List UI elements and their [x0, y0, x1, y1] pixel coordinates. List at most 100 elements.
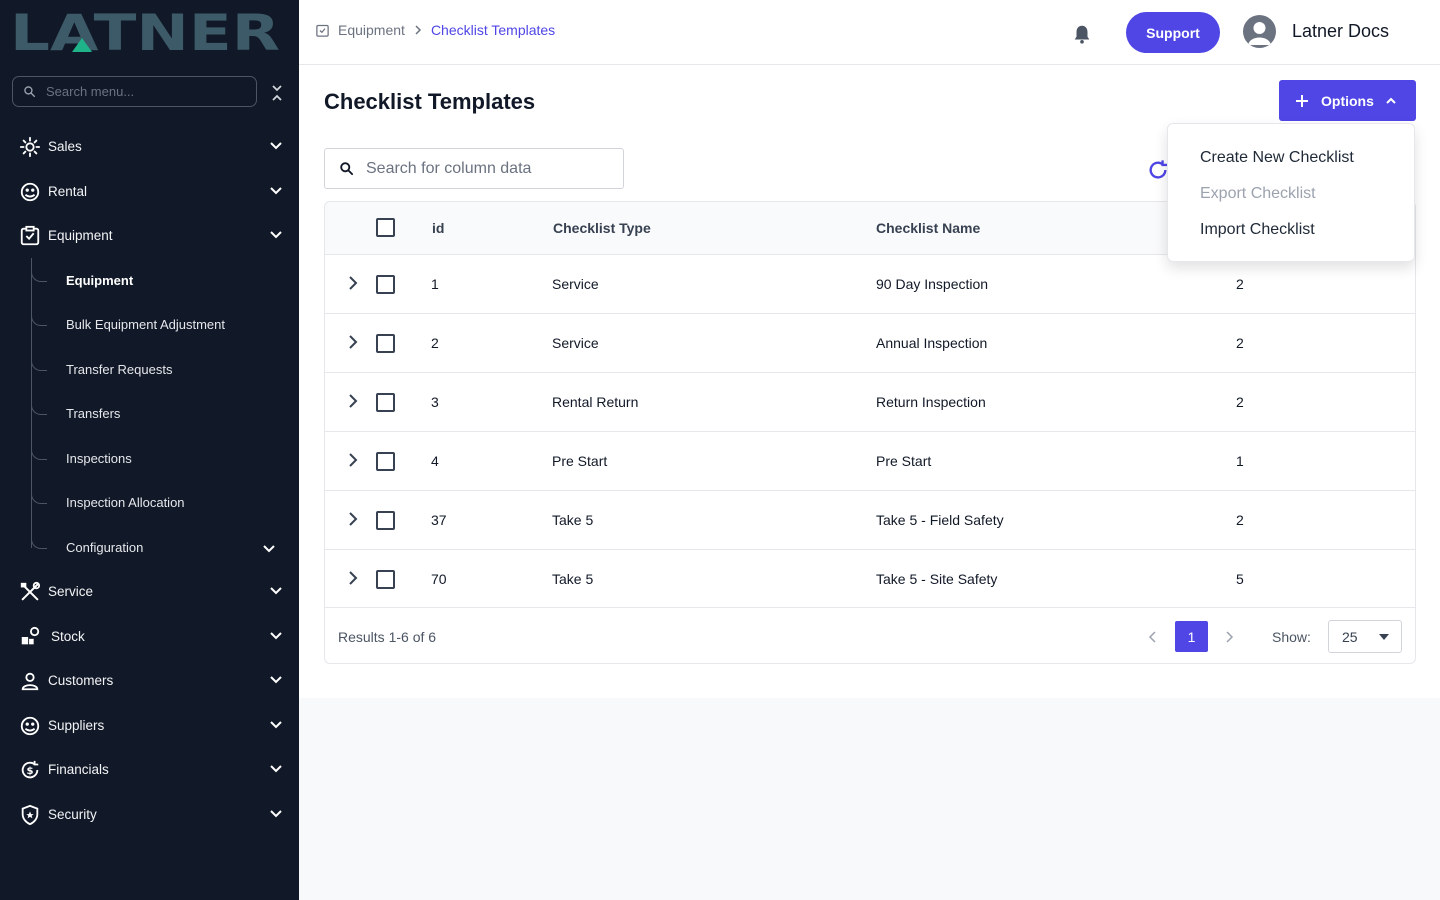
submenu-branch — [31, 527, 47, 549]
customers-icon — [19, 670, 41, 692]
page-size-value: 25 — [1342, 628, 1358, 645]
cell-count: 2 — [1236, 335, 1244, 351]
support-button[interactable]: Support — [1126, 12, 1220, 53]
column-header-id[interactable]: id — [432, 220, 444, 236]
row-checkbox[interactable] — [376, 393, 395, 412]
sidebar-item-label: Service — [48, 583, 94, 599]
previous-page-icon[interactable] — [1145, 629, 1161, 645]
table-footer: Results 1-6 of 6 1 Show: 25 — [325, 607, 1415, 663]
row-checkbox[interactable] — [376, 511, 395, 530]
chevron-down-icon — [270, 676, 282, 684]
sidebar-subitem-configuration[interactable]: Configuration — [31, 527, 299, 567]
next-page-icon[interactable] — [1221, 629, 1237, 645]
sidebar-item-label: Stock — [51, 628, 85, 644]
bell-icon[interactable] — [1071, 22, 1093, 46]
chevron-down-icon — [270, 187, 282, 195]
user-avatar[interactable] — [1243, 15, 1276, 48]
cell-count: 5 — [1236, 571, 1244, 587]
menu-search-input[interactable] — [46, 84, 236, 99]
sidebar-item-stock[interactable]: Stock — [0, 616, 299, 656]
chevron-right-icon[interactable] — [345, 452, 361, 468]
sidebar-subitem-label: Inspections — [66, 451, 132, 466]
cell-checklist-type: Pre Start — [552, 453, 608, 469]
sidebar: LATNER Sales Rental Equipment Equipment … — [0, 0, 299, 900]
table-row[interactable]: 4 Pre Start Pre Start 1 — [325, 431, 1415, 490]
chevron-right-icon[interactable] — [345, 334, 361, 350]
chevron-up-icon — [1386, 97, 1396, 104]
chevron-right-icon[interactable] — [345, 570, 361, 586]
chevron-right-icon[interactable] — [345, 393, 361, 409]
sidebar-subitem-label: Bulk Equipment Adjustment — [66, 317, 225, 332]
equipment-icon — [19, 225, 41, 247]
sidebar-item-label: Suppliers — [48, 717, 105, 733]
options-dropdown: Create New Checklist Export Checklist Im… — [1167, 123, 1415, 262]
collapse-sidebar-icon[interactable] — [268, 82, 286, 104]
menu-item-create-new-checklist[interactable]: Create New Checklist — [1200, 149, 1354, 167]
table-row[interactable]: 70 Take 5 Take 5 - Site Safety 5 — [325, 549, 1415, 608]
menu-item-import-checklist[interactable]: Import Checklist — [1200, 221, 1315, 239]
chevron-down-icon — [270, 632, 282, 640]
page-size-label: Show: — [1272, 629, 1311, 645]
table-row[interactable]: 3 Rental Return Return Inspection 2 — [325, 372, 1415, 431]
sidebar-subitem-transfer-requests[interactable]: Transfer Requests — [31, 349, 299, 389]
sidebar-item-equipment[interactable]: Equipment — [0, 215, 299, 255]
row-checkbox[interactable] — [376, 334, 395, 353]
table-search-input[interactable] — [366, 159, 606, 178]
latner-logo[interactable]: LATNER — [10, 10, 280, 54]
chevron-down-icon — [270, 810, 282, 818]
refresh-icon[interactable] — [1147, 159, 1169, 181]
cell-count: 1 — [1236, 453, 1244, 469]
sidebar-item-sales[interactable]: Sales — [0, 126, 299, 166]
options-button[interactable]: Options — [1279, 80, 1416, 121]
sidebar-item-label: Security — [48, 806, 97, 822]
sidebar-item-rental[interactable]: Rental — [0, 171, 299, 211]
sidebar-subitem-bulk-equipment-adjustment[interactable]: Bulk Equipment Adjustment — [31, 304, 299, 344]
select-all-checkbox[interactable] — [376, 218, 395, 237]
submenu-branch — [31, 393, 47, 415]
sidebar-subitem-inspection-allocation[interactable]: Inspection Allocation — [31, 482, 299, 522]
sidebar-item-label: Customers — [48, 672, 114, 688]
sidebar-subitem-transfers[interactable]: Transfers — [31, 393, 299, 433]
cell-checklist-name: Pre Start — [876, 453, 932, 469]
menu-item-export-checklist: Export Checklist — [1200, 185, 1316, 202]
row-checkbox[interactable] — [376, 570, 395, 589]
column-header-checklist-type[interactable]: Checklist Type — [553, 220, 651, 236]
search-icon — [340, 162, 354, 176]
user-name[interactable]: Latner Docs — [1292, 21, 1389, 42]
table-row[interactable]: 1 Service 90 Day Inspection 2 — [325, 254, 1415, 313]
sidebar-item-suppliers[interactable]: Suppliers — [0, 705, 299, 745]
sidebar-item-customers[interactable]: Customers — [0, 660, 299, 700]
menu-search[interactable] — [12, 76, 257, 107]
table-search[interactable] — [324, 148, 624, 189]
search-icon — [24, 86, 36, 98]
sidebar-subitem-label: Inspection Allocation — [66, 495, 185, 510]
column-header-checklist-name[interactable]: Checklist Name — [876, 220, 980, 236]
page-button-current[interactable]: 1 — [1175, 621, 1208, 652]
cell-checklist-name: Take 5 - Site Safety — [876, 571, 998, 587]
table-row[interactable]: 2 Service Annual Inspection 2 — [325, 313, 1415, 372]
cell-id: 4 — [431, 453, 439, 469]
sidebar-subitem-inspections[interactable]: Inspections — [31, 438, 299, 478]
chevron-right-icon — [415, 25, 421, 35]
chevron-right-icon[interactable] — [345, 275, 361, 291]
sidebar-item-security[interactable]: Security — [0, 794, 299, 834]
row-checkbox[interactable] — [376, 275, 395, 294]
breadcrumb-equipment[interactable]: Equipment — [338, 22, 405, 38]
table-row[interactable]: 37 Take 5 Take 5 - Field Safety 2 — [325, 490, 1415, 549]
breadcrumb-current: Checklist Templates — [430, 22, 556, 38]
sidebar-subitem-equipment[interactable]: Equipment — [31, 260, 299, 300]
cell-id: 2 — [431, 335, 439, 351]
submenu-branch — [31, 260, 47, 282]
submenu-branch — [31, 304, 47, 326]
chevron-right-icon[interactable] — [345, 511, 361, 527]
sidebar-subitem-label: Transfer Requests — [66, 362, 173, 377]
row-checkbox[interactable] — [376, 452, 395, 471]
cell-checklist-type: Service — [552, 335, 599, 351]
sidebar-item-label: Rental — [48, 183, 88, 199]
sidebar-item-financials[interactable]: $ Financials — [0, 749, 299, 789]
sidebar-item-service[interactable]: Service — [0, 571, 299, 611]
page-size-select[interactable]: 25 — [1328, 620, 1402, 653]
cell-id: 70 — [431, 571, 447, 587]
plus-icon — [1296, 94, 1308, 107]
cell-checklist-name: Take 5 - Field Safety — [876, 512, 1004, 528]
